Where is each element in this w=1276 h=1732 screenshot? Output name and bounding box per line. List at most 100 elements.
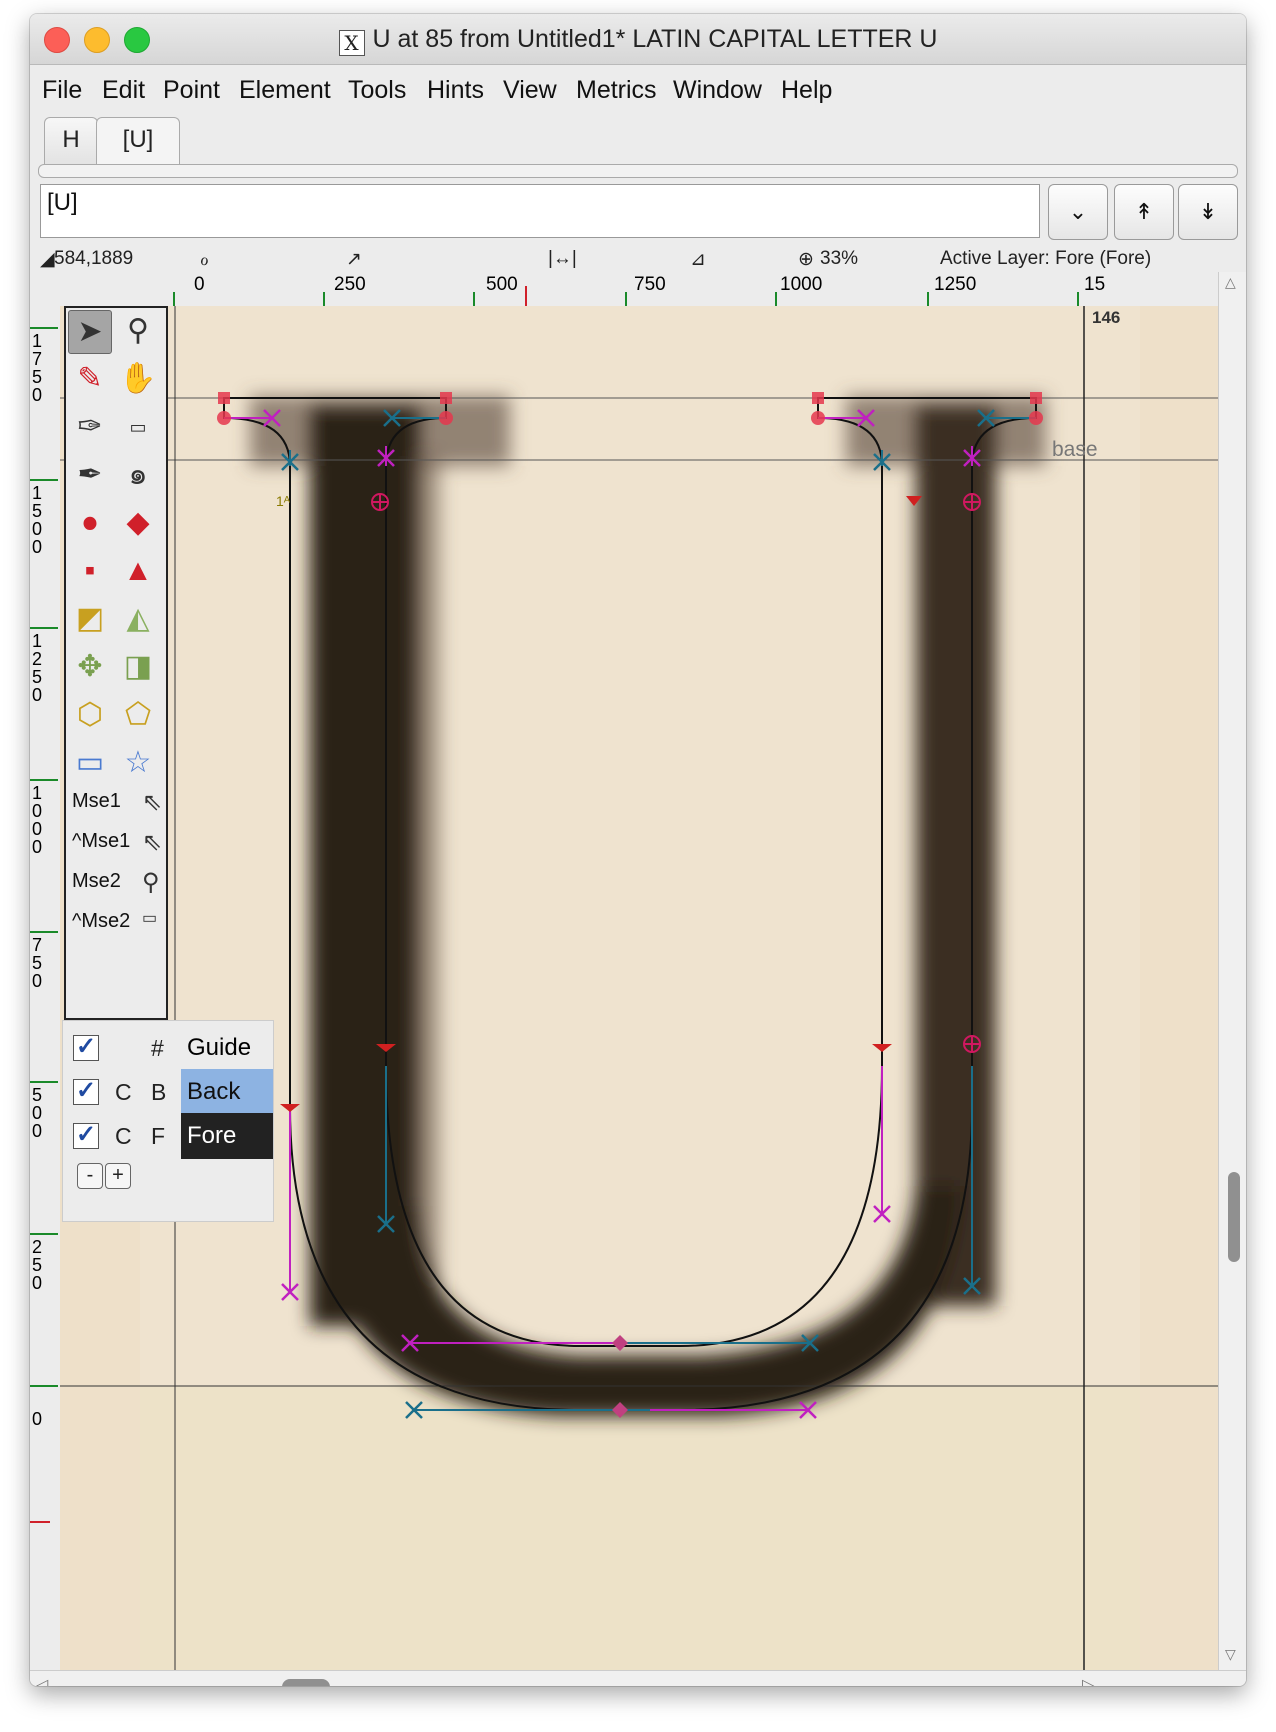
tab-u[interactable]: [U] [96,117,180,164]
star-tool[interactable]: ☆ [116,742,160,786]
ctrl-mouse1-label: ^Mse1 [72,830,131,852]
layers-palette: ✓ # Guide ✓ C B Back ✓ C F Fore - + [62,1020,274,1222]
horizontal-scroll-thumb[interactable] [282,1679,330,1686]
horizontal-scrollbar[interactable]: ◁ ▷ [30,1670,1246,1686]
scroll-hand-tool[interactable]: ✋ [116,358,160,402]
ruler-top-1500: 15 [1084,274,1106,295]
back-type: B [151,1079,167,1105]
tangent-point-tool[interactable]: ▲ [116,550,160,594]
tab-h[interactable]: H [44,117,98,164]
rotate-tool[interactable]: ◭ [116,598,160,642]
window-title-wrap: X U at 85 from Untitled1* LATIN CAPITAL L… [30,25,1246,56]
menu-window[interactable]: Window [673,76,762,105]
corner-point-tool[interactable]: ▪ [68,550,112,594]
relative-icon: ↗ [346,249,362,270]
menu-element[interactable]: Element [239,76,331,105]
vertical-ruler: 1750 1500 1250 1000 750 500 250 0 [30,306,61,1670]
perspective-tool[interactable]: ⬠ [116,694,160,738]
ruler-top-1250: 1250 [934,274,977,295]
fore-layer-name[interactable]: Fore [181,1113,273,1159]
knife-tool[interactable]: ✑ [68,406,112,450]
pen-tool[interactable]: ✒ [68,454,112,498]
vertical-scroll-thumb[interactable] [1228,1172,1240,1262]
skew-tool[interactable]: ◨ [116,646,160,690]
advance-width-label: 146 [1092,308,1121,327]
fore-cubic-label: C [115,1123,132,1149]
layer-row-back[interactable]: ✓ C B Back [63,1069,273,1115]
pointer-tool[interactable]: ➤ [68,310,112,354]
menu-tools[interactable]: Tools [348,76,406,105]
glyph-tabs: H [U] [30,114,1246,166]
x11-icon: X [338,30,365,56]
tools-palette: ➤ ⚲ ✎ ✋ ✑ ▭ ✒ ๑ ⦁ ◆ ▪ ▲ ◩ ◭ ✥ ◨ ⬡ ⬠ ▭ ☆ … [64,306,168,1020]
ruler-left-0: 0 [32,1409,43,1429]
scroll-up-button[interactable]: ↟ [1114,184,1174,240]
menu-file[interactable]: File [42,76,82,105]
vertical-scrollbar[interactable]: △ ▽ [1218,272,1246,1670]
layer-row-fore[interactable]: ✓ C F Fore [63,1113,273,1159]
ruler-left-1500: 1500 [32,483,43,557]
status-bar: ◢ 584,1889 ℴ ↗ |↔| ⊿ ⊕ 33% Active Layer:… [30,244,1246,272]
mouse2-label: Mse2 [72,870,121,892]
menu-bar: File Edit Point Element Tools Hints View… [30,64,1246,110]
mouse2-magnify-icon: ⚲ [142,869,160,896]
window-title: U at 85 from Untitled1* LATIN CAPITAL LE… [372,25,938,53]
scroll-up-arrow-icon[interactable]: △ [1225,274,1236,291]
menu-view[interactable]: View [503,76,557,105]
rotate-3d-tool[interactable]: ⬡ [68,694,112,738]
distance-icon: |↔| [548,248,577,269]
cursor-icon: ◢ [40,249,55,270]
back-layer-name[interactable]: Back [181,1069,273,1115]
remove-layer-button[interactable]: - [77,1163,103,1189]
arrow-up-icon: ↟ [1134,199,1154,224]
scale-tool[interactable]: ◩ [68,598,112,642]
guide-layer-name[interactable]: Guide [181,1025,273,1071]
spiro-tool[interactable]: ๑ [116,454,160,498]
menu-point[interactable]: Point [163,76,220,105]
magnify-tool[interactable]: ⚲ [116,310,160,354]
zoom-icon: ⊕ [798,249,814,270]
ctrl-mouse1-pointer-icon: ⇖ [142,829,163,856]
ruler-left-500: 500 [32,1085,43,1141]
layer-row-guide[interactable]: ✓ # Guide [63,1025,273,1071]
add-layer-button[interactable]: + [105,1163,131,1189]
rectangle-tool[interactable]: ▭ [68,742,112,786]
scroll-down-arrow-icon[interactable]: ▽ [1225,1646,1236,1663]
menu-metrics[interactable]: Metrics [576,76,657,105]
ruler-left-250: 250 [32,1237,43,1293]
freehand-tool[interactable]: ✎ [68,358,112,402]
zoom-level: 33% [820,248,859,269]
horizontal-ruler-ticks [173,286,1079,306]
ruler-top-0: 0 [194,274,205,295]
ruler-left-1750: 1750 [32,331,43,405]
menu-hints[interactable]: Hints [427,76,484,105]
ruler-tool[interactable]: ▭ [116,406,160,450]
curve-point-tool[interactable]: ⦁ [68,502,112,546]
flip-tool[interactable]: ✥ [68,646,112,690]
back-visible-checkbox[interactable]: ✓ [73,1079,99,1105]
fore-type: F [151,1123,166,1149]
ruler-left-1250: 1250 [32,631,43,705]
ctrl-mouse2-ruler-icon: ▭ [142,910,158,927]
fore-visible-checkbox[interactable]: ✓ [73,1123,99,1149]
ctrl-mouse2-label: ^Mse2 [72,910,131,932]
menu-edit[interactable]: Edit [102,76,145,105]
glyph-text-input[interactable]: [U] [40,184,1040,238]
scroll-left-arrow-icon[interactable]: ◁ [36,1675,48,1686]
dropdown-button[interactable]: ⌄ [1048,184,1108,240]
scroll-down-button[interactable]: ↡ [1178,184,1238,240]
tab-strip [38,164,1238,178]
ruler-top-250: 250 [334,274,366,295]
scroll-right-arrow-icon[interactable]: ▷ [1082,1675,1094,1686]
mouse1-pointer-icon: ⇖ [142,789,163,816]
back-cubic-label: C [115,1079,132,1105]
glyph-canvas[interactable]: 1ᴬ 146 base ➤ ⚲ ✎ ✋ ✑ ▭ ✒ ๑ ⦁ ◆ ▪ ▲ ◩ ◭ … [60,306,1218,1670]
guide-type: # [151,1035,164,1061]
mouse1-label: Mse1 [72,790,121,812]
guide-visible-checkbox[interactable]: ✓ [73,1035,99,1061]
ruler-top-500: 500 [486,274,518,295]
hv-curve-point-tool[interactable]: ◆ [116,502,160,546]
menu-help[interactable]: Help [781,76,832,105]
title-bar: X U at 85 from Untitled1* LATIN CAPITAL L… [30,14,1246,65]
horizontal-ruler: 0 250 500 750 1000 1250 15 [30,272,1218,307]
